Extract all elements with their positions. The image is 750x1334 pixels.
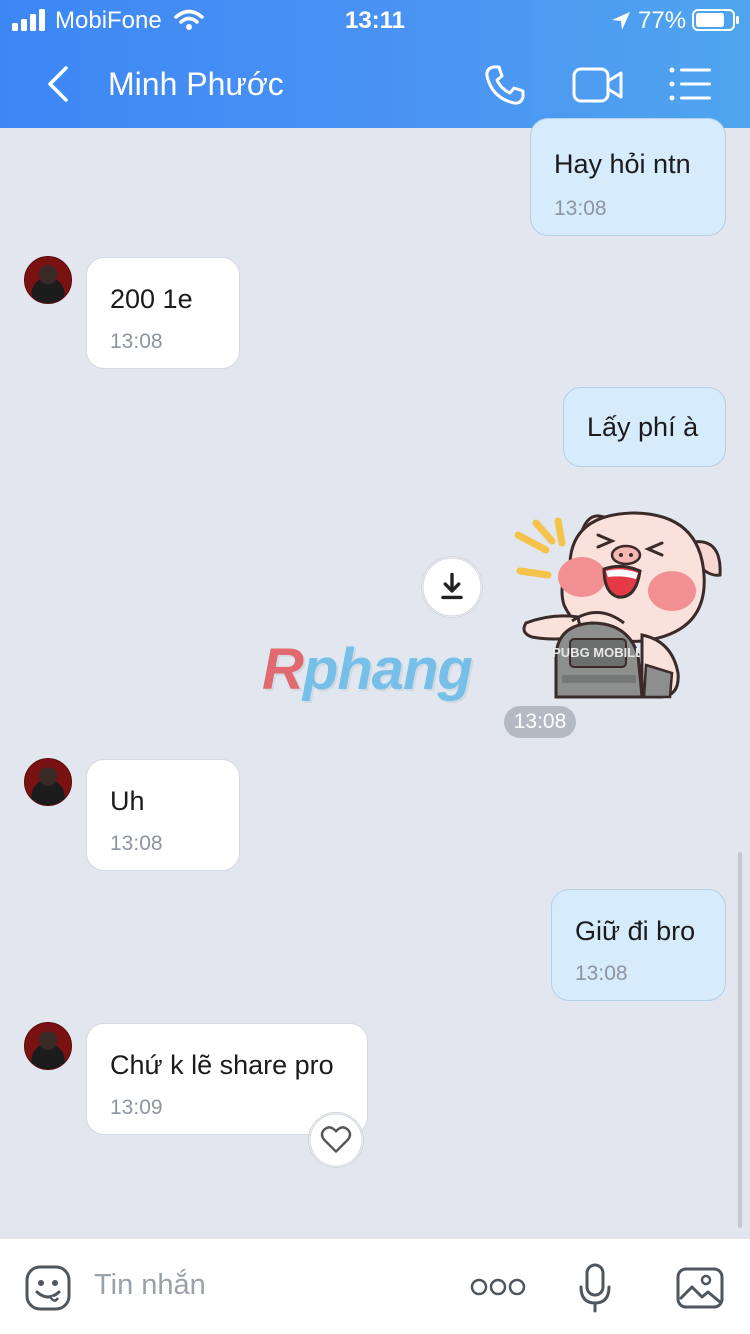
- message-text: Uh: [110, 786, 145, 816]
- message-time: 13:08: [575, 962, 628, 985]
- pig-sticker[interactable]: PUBG MOBILE: [512, 505, 732, 705]
- message-time: 13:08: [554, 197, 607, 220]
- message-text: 200 1e: [110, 284, 193, 314]
- message-composer: Tin nhắn: [0, 1238, 750, 1334]
- message-text: Hay hỏi ntn: [554, 149, 691, 179]
- status-bar: MobiFone 13:11 77%: [0, 0, 750, 44]
- sticker-text: PUBG MOBILE: [552, 645, 644, 660]
- message-time: 13:08: [110, 330, 163, 353]
- heart-icon[interactable]: [308, 1112, 364, 1168]
- message-bubble-outgoing[interactable]: Hay hỏi ntn 13:08: [530, 118, 726, 236]
- message-text: Giữ đi bro: [575, 916, 696, 946]
- message-bubble-outgoing[interactable]: Lấy phí à: [563, 387, 726, 467]
- download-icon[interactable]: [421, 556, 483, 618]
- location-icon: [612, 12, 630, 30]
- watermark: Rphang: [262, 637, 473, 702]
- avatar[interactable]: [24, 758, 72, 806]
- message-time: 13:09: [110, 1096, 163, 1119]
- message-text: Lấy phí à: [587, 412, 699, 442]
- mic-icon[interactable]: [578, 1263, 612, 1313]
- message-time: 13:08: [110, 832, 163, 855]
- sticker-time: 13:08: [504, 706, 576, 738]
- scrollbar[interactable]: [738, 852, 742, 1228]
- avatar[interactable]: [24, 1022, 72, 1070]
- battery-percent: 77%: [638, 7, 687, 34]
- chat-header: MobiFone 13:11 77% Minh Phước: [0, 0, 750, 128]
- message-bubble-incoming[interactable]: Uh 13:08: [86, 759, 240, 871]
- back-button[interactable]: [40, 64, 76, 104]
- avatar[interactable]: [24, 256, 72, 304]
- phone-icon[interactable]: [484, 64, 526, 106]
- message-bubble-incoming[interactable]: 200 1e 13:08: [86, 257, 240, 369]
- more-icon[interactable]: [470, 1277, 526, 1297]
- battery-icon: [692, 9, 739, 31]
- message-text: Chứ k lẽ share pro: [110, 1050, 334, 1080]
- message-input[interactable]: Tin nhắn: [94, 1269, 206, 1302]
- emoji-icon[interactable]: [24, 1264, 72, 1312]
- image-icon[interactable]: [676, 1267, 724, 1309]
- message-bubble-outgoing[interactable]: Giữ đi bro 13:08: [551, 889, 726, 1001]
- contact-name[interactable]: Minh Phước: [108, 66, 284, 103]
- menu-icon[interactable]: [668, 66, 712, 102]
- video-call-icon[interactable]: [572, 66, 624, 104]
